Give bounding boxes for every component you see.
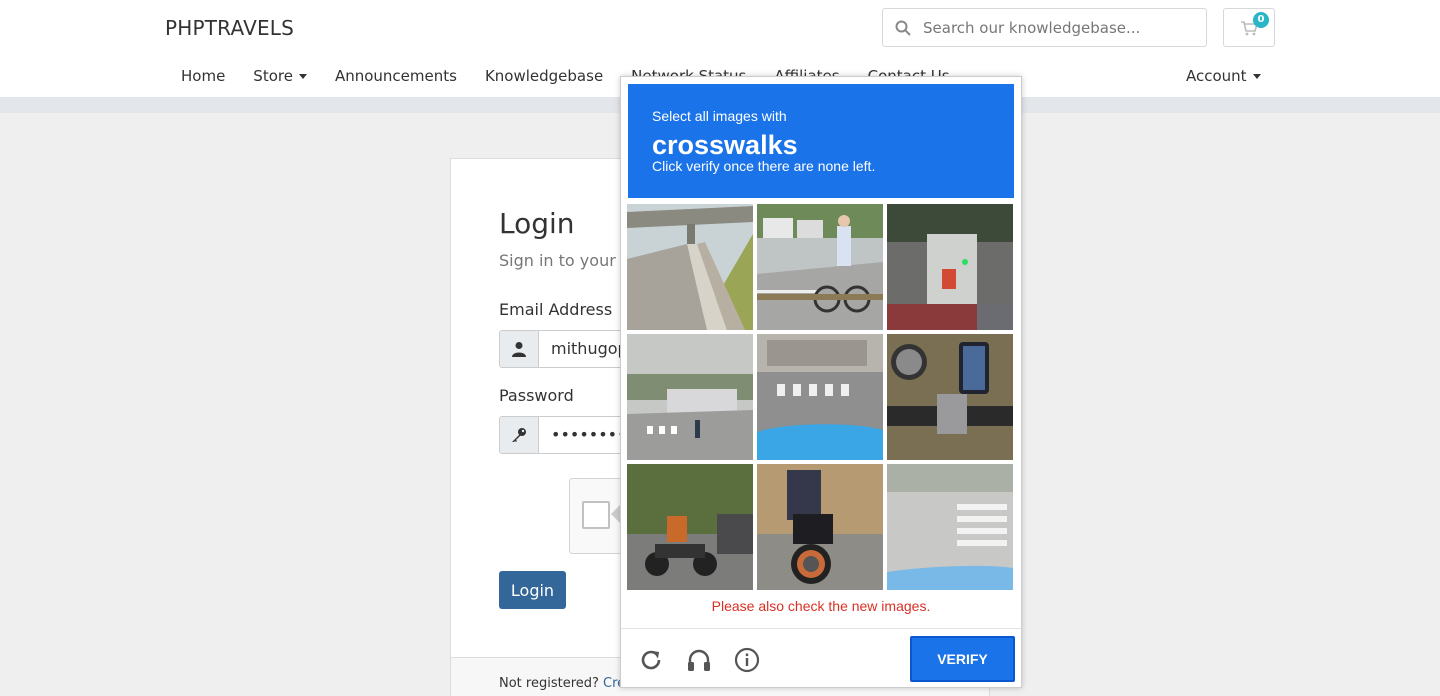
nav-knowledgebase[interactable]: Knowledgebase: [469, 60, 615, 96]
tile-traffic-light[interactable]: [887, 204, 1013, 330]
challenge-target: crosswalks: [652, 130, 798, 160]
nav-store[interactable]: Store: [237, 60, 319, 96]
verify-button[interactable]: VERIFY: [910, 636, 1015, 682]
email-addon: [500, 331, 539, 367]
challenge-instruction: Select all images with: [652, 108, 787, 124]
headphones-icon[interactable]: [686, 647, 712, 673]
nav-announcements[interactable]: Announcements: [319, 60, 469, 96]
challenge-warning: Please also check the new images.: [711, 598, 931, 614]
nav-announcements-label: Announcements: [334, 67, 457, 85]
login-subtitle: Sign in to your a: [499, 251, 631, 270]
login-title: Login: [499, 207, 575, 240]
nav-knowledgebase-label: Knowledgebase: [484, 67, 604, 85]
login-button[interactable]: Login: [499, 571, 566, 609]
password-addon: [500, 417, 539, 453]
challenge-hint: Click verify once there are none left.: [652, 158, 876, 174]
tile-motorbike-trees[interactable]: [627, 464, 753, 590]
user-icon: [512, 342, 526, 357]
account-menu[interactable]: Account: [1186, 60, 1261, 92]
tile-motorbike-rider[interactable]: [757, 464, 883, 590]
search-icon: [895, 20, 911, 36]
cart-button[interactable]: 0: [1223, 8, 1275, 47]
reload-icon[interactable]: [638, 647, 664, 673]
nav-store-label: Store: [253, 67, 293, 85]
email-label: Email Address: [499, 300, 613, 319]
nav-home[interactable]: Home: [165, 60, 237, 96]
search-input[interactable]: [923, 9, 1203, 46]
key-icon: [512, 428, 526, 442]
cart-count-badge: 0: [1253, 12, 1269, 28]
recaptcha-challenge: Select all images with crosswalks Click …: [620, 76, 1022, 688]
account-label: Account: [1186, 67, 1247, 85]
tile-motorbike-phone[interactable]: [887, 334, 1013, 460]
register-prompt: Not registered?: [499, 676, 604, 691]
recaptcha-checkbox[interactable]: [582, 501, 610, 529]
tile-cyclist-street[interactable]: [757, 204, 883, 330]
password-label: Password: [499, 386, 574, 405]
tile-crosswalk-car-hood[interactable]: [757, 334, 883, 460]
tile-parking-crosswalk[interactable]: [627, 334, 753, 460]
info-icon[interactable]: [734, 647, 760, 673]
tile-crosswalk-road[interactable]: [887, 464, 1013, 590]
brand-logo[interactable]: PHPTRAVELS: [165, 16, 294, 40]
search-box[interactable]: [882, 8, 1207, 47]
email-value: mithugop: [551, 339, 628, 358]
tile-overpass-road[interactable]: [627, 204, 753, 330]
challenge-footer: VERIFY: [621, 628, 1021, 688]
chevron-down-icon: [298, 74, 307, 79]
challenge-header: Select all images with crosswalks Click …: [628, 84, 1014, 198]
chevron-down-icon: [1252, 74, 1261, 79]
nav-home-label: Home: [181, 67, 226, 85]
